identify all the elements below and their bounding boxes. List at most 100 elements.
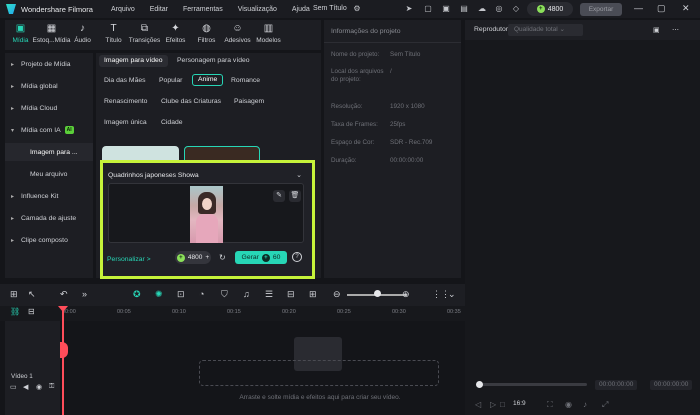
save-icon[interactable]: ▣ — [441, 4, 451, 14]
select-tool-icon[interactable]: ↖ — [28, 289, 36, 300]
snapshot-icon[interactable]: ◉ — [565, 400, 572, 409]
category-romance[interactable]: Romance — [231, 75, 260, 87]
notification-icon[interactable]: ▢ — [423, 4, 433, 14]
layout-icon[interactable]: ▤ — [459, 4, 469, 14]
category-paisagem[interactable]: Paisagem — [234, 96, 264, 108]
info-label: Espaço de Cor: — [331, 139, 375, 146]
settings-icon[interactable]: ⚙ — [352, 4, 362, 14]
layout-icon[interactable]: ⊞ — [10, 289, 18, 300]
send-icon[interactable]: ➤ — [404, 4, 414, 14]
folder-icon[interactable]: ▭ — [10, 383, 17, 391]
close-icon[interactable]: ✕ — [682, 3, 690, 14]
microphone-icon[interactable]: ♫ — [243, 289, 250, 299]
zoom-out-icon[interactable]: ⊖ — [333, 289, 341, 300]
help-icon[interactable]: ? — [292, 252, 302, 262]
tab-adesivos[interactable]: ☺ Adesivos — [222, 20, 253, 50]
track-icon[interactable]: ⊟ — [28, 307, 35, 316]
tab-audio[interactable]: ♪ Áudio — [67, 20, 98, 50]
sidebar-item-global[interactable]: ▸ Mídia global — [5, 77, 93, 95]
expand-icon[interactable]: ⤢ — [602, 400, 608, 410]
drop-zone[interactable] — [199, 360, 439, 386]
sidebar-item-influence[interactable]: ▸ Influence Kit — [5, 187, 93, 205]
undo-icon[interactable]: ↶ — [60, 289, 68, 300]
ai-tools-icon[interactable]: ✺ — [155, 289, 163, 300]
speaker-icon[interactable]: ◀ — [23, 383, 28, 391]
forward-icon[interactable]: » — [82, 289, 87, 299]
credits-badge[interactable]: + 4800 — [527, 2, 573, 16]
tab-stock-media[interactable]: ▦ Estoq...Mídia — [33, 20, 71, 50]
stop-icon[interactable]: □ — [500, 400, 505, 409]
sidebar-subitem-imagem[interactable]: Imagem para ... — [5, 143, 93, 161]
menu-visualizacao[interactable]: Visualização — [238, 6, 277, 13]
edit-icon[interactable]: ✎ — [273, 190, 285, 202]
tab-midia[interactable]: ▣ Mídia — [5, 20, 36, 50]
eye-icon[interactable]: ◉ — [36, 383, 42, 391]
info-value: Sem Título — [390, 51, 421, 58]
chevron-down-icon[interactable]: ⌄ — [296, 171, 302, 179]
category-imagem-unica[interactable]: Imagem única — [104, 117, 147, 129]
maximize-icon[interactable]: ▢ — [657, 3, 666, 14]
zoom-in-icon[interactable]: ⊕ — [402, 289, 410, 300]
sidebar-item-ia[interactable]: ▾ Mídia com IA AI — [5, 121, 93, 139]
category-cidade[interactable]: Cidade — [161, 117, 183, 129]
category-anime[interactable]: Anime — [192, 74, 224, 86]
ai-cut-icon[interactable]: ✪ — [133, 289, 141, 300]
popup-credits[interactable]: + 4800 + — [175, 251, 211, 264]
aspect-ratio[interactable]: 16:9 — [513, 400, 526, 407]
volume-icon[interactable]: ♪ — [583, 400, 587, 409]
image-icon[interactable]: ▣ — [653, 26, 660, 34]
tab-personagem-para-video[interactable]: Personagem para vídeo — [177, 55, 250, 67]
sidebar-item-projeto[interactable]: ▸ Projeto de Mídia — [5, 55, 93, 73]
lock-icon[interactable]: ⚿ — [49, 383, 54, 391]
export-button[interactable]: Exportar — [580, 3, 622, 16]
zoom-handle[interactable] — [374, 290, 381, 297]
time-total: 00:00:00:00 — [650, 380, 693, 390]
speed-icon[interactable]: ◔ — [199, 289, 204, 299]
render-icon[interactable]: ⊟ — [287, 289, 295, 300]
player-header: Reprodutor Qualidade total ⌄ ▣ ⋯ — [465, 20, 700, 40]
menu-editar[interactable]: Editar — [150, 6, 168, 13]
previous-frame-icon[interactable]: ◁ — [475, 400, 481, 409]
minimize-icon[interactable]: — — [634, 3, 643, 13]
play-icon[interactable]: ▷ — [490, 400, 496, 409]
category-popular[interactable]: Popular — [159, 75, 182, 87]
gift-icon[interactable]: ◇ — [511, 4, 521, 14]
tab-titulo[interactable]: T Título — [98, 20, 129, 50]
quality-select[interactable]: Qualidade total ⌄ — [508, 24, 583, 36]
tab-filtros[interactable]: ◍ Filtros — [191, 20, 222, 50]
sidebar-item-cloud[interactable]: ▸ Mídia Cloud — [5, 99, 93, 117]
tab-modelos[interactable]: ▥ Modelos — [253, 20, 284, 50]
more-icon[interactable]: ⋯ — [672, 26, 679, 34]
snap-icon[interactable]: ⊞ — [309, 289, 317, 300]
fullscreen-icon[interactable]: ⛶ — [547, 400, 553, 410]
playback-scrubber[interactable] — [476, 381, 587, 388]
generate-label: Gerar — [241, 254, 259, 261]
sidebar-subitem-meu-arquivo[interactable]: Meu arquivo — [5, 165, 93, 183]
menu-ferramentas[interactable]: Ferramentas — [183, 6, 223, 13]
sidebar-item-composto[interactable]: ▸ Clipe composto — [5, 231, 93, 249]
delete-icon[interactable]: 🗑 — [289, 190, 301, 202]
category-renascimento[interactable]: Renascimento — [104, 96, 147, 108]
crop-icon[interactable]: ⊡ — [177, 289, 185, 300]
chevron-down-icon[interactable]: ⌄ — [448, 289, 456, 300]
playhead[interactable] — [62, 306, 64, 415]
refresh-icon[interactable]: ↻ — [219, 253, 226, 262]
layers-icon[interactable]: ☰ — [265, 289, 273, 300]
timeline-ruler[interactable]: ⛓ ⊟ 00:00 00:05 00:10 00:15 00:20 00:25 … — [0, 306, 465, 321]
tab-imagem-para-video[interactable]: Imagem para vídeo — [99, 55, 168, 67]
generate-button[interactable]: Gerar + 60 — [235, 251, 287, 264]
cloud-sync-icon[interactable]: ☁ — [477, 4, 487, 14]
sidebar-item-ajuste[interactable]: ▸ Camada de ajuste — [5, 209, 93, 227]
link-icon[interactable]: ⛓ — [10, 307, 20, 316]
sidebar-item-label: Influence Kit — [21, 192, 59, 200]
scrubber-handle[interactable] — [476, 381, 483, 388]
headset-icon[interactable]: ◎ — [494, 4, 504, 14]
category-dia-das-maes[interactable]: Dia das Mães — [104, 75, 146, 87]
shield-icon[interactable]: ⛉ — [221, 289, 228, 300]
menu-ajuda[interactable]: Ajuda — [292, 6, 310, 13]
category-clube-das-criaturas[interactable]: Clube das Criaturas — [161, 96, 221, 108]
menu-arquivo[interactable]: Arquivo — [111, 6, 135, 13]
tab-efeitos[interactable]: ✦ Efeitos — [160, 20, 191, 50]
tab-transicoes[interactable]: ⧉ Transições — [129, 20, 161, 50]
customize-link[interactable]: Personalizar > — [107, 256, 151, 263]
